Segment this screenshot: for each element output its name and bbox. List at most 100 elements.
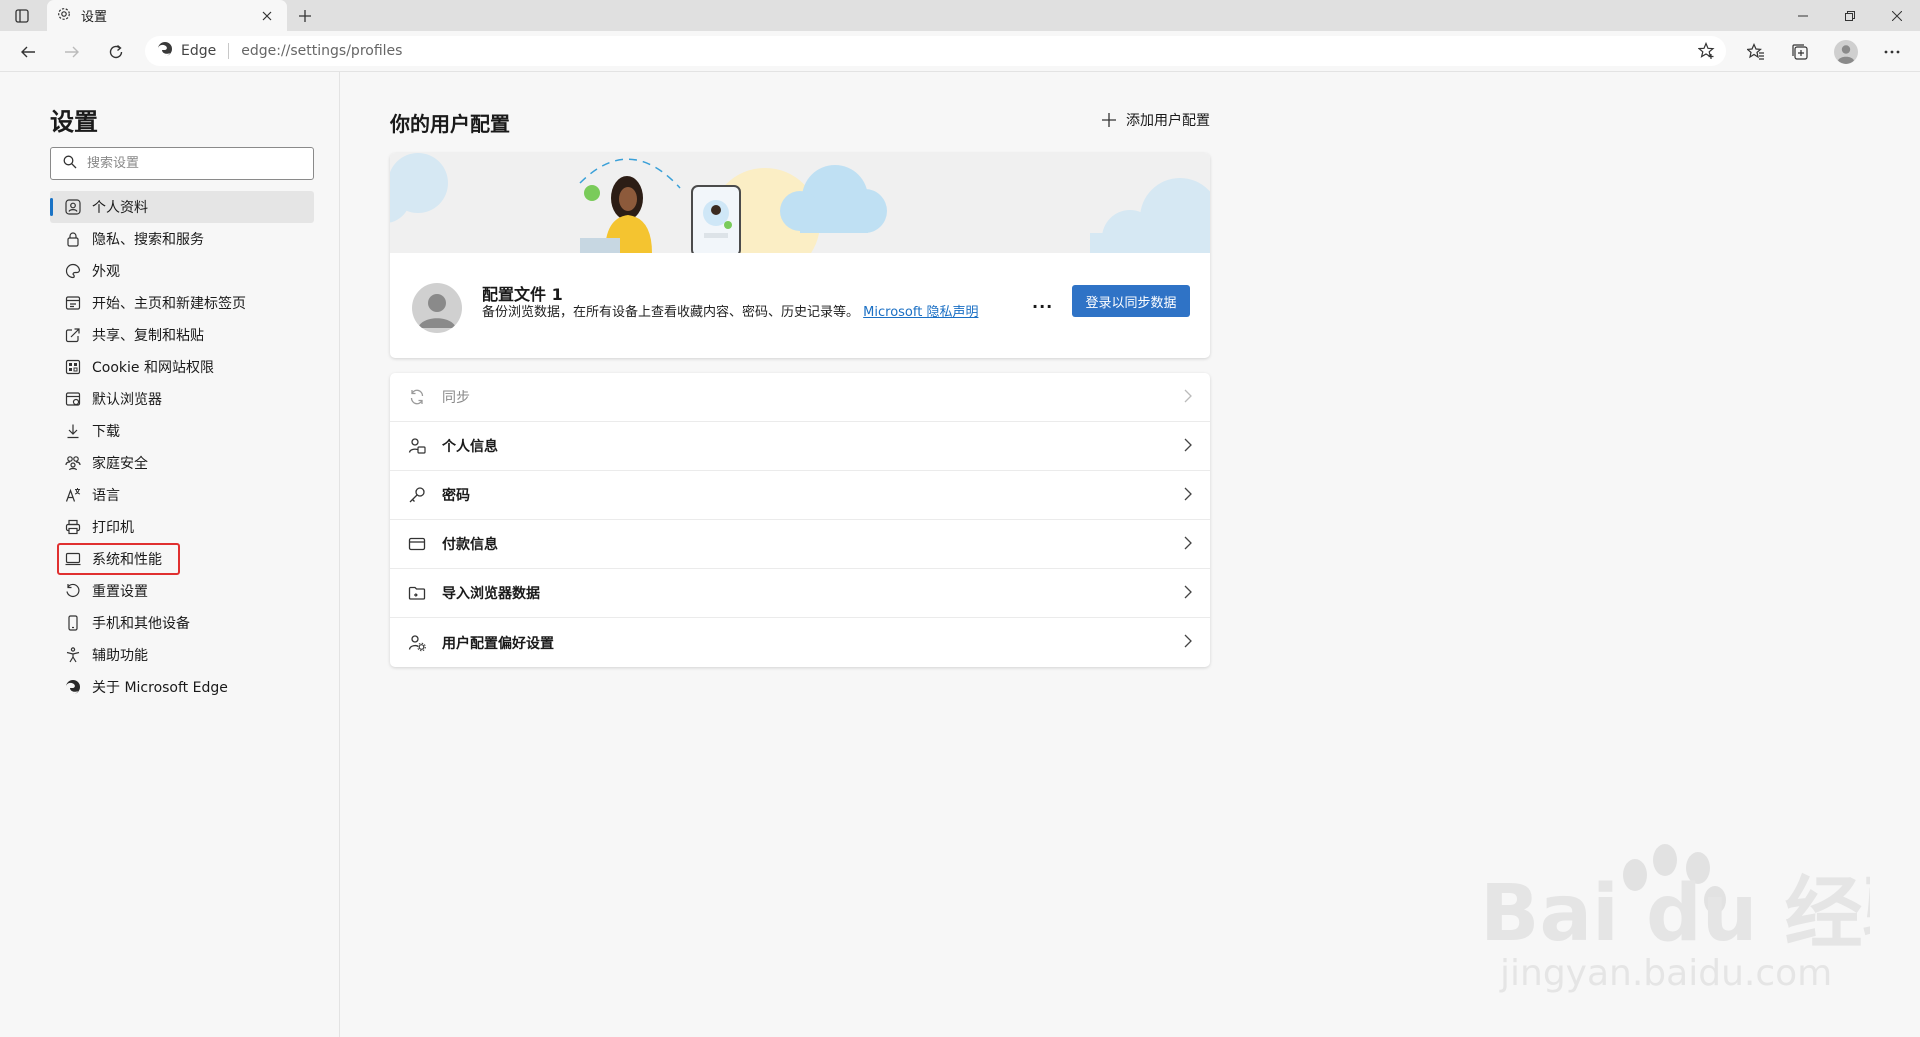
sidebar-item[interactable]: 关于 Microsoft Edge [50, 671, 314, 703]
profile-name: 配置文件 1 [482, 285, 563, 304]
profile-row: 配置文件 1 备份浏览数据，在所有设备上查看收藏内容、密码、历史记录等。 Mic… [390, 253, 1210, 358]
chevron-right-icon [1184, 389, 1192, 407]
sidebar-item[interactable]: 开始、主页和新建标签页 [50, 287, 314, 319]
address-separator [228, 43, 230, 59]
settings-row-label: 密码 [442, 488, 470, 504]
watermark-url: jingyan.baidu.com [1499, 953, 1832, 994]
tab-settings[interactable]: 设置 [47, 0, 287, 31]
edge-logo-icon [64, 678, 82, 696]
page-title: 你的用户配置 [390, 112, 510, 136]
search-box[interactable] [50, 147, 314, 180]
tab-strip: 设置 [0, 0, 1920, 31]
sidebar-item-label: Cookie 和网站权限 [92, 360, 214, 376]
sidebar-item-label: 手机和其他设备 [92, 616, 190, 632]
sidebar-item-label: 关于 Microsoft Edge [92, 680, 228, 696]
printer-icon [64, 518, 82, 536]
sidebar-item-label: 共享、复制和粘贴 [92, 328, 204, 344]
address-bar[interactable]: Edge edge://settings/profiles [145, 36, 1726, 66]
browser-icon [64, 390, 82, 408]
sidebar-item[interactable]: 家庭安全 [50, 447, 314, 479]
settings-row[interactable]: 用户配置偏好设置 [390, 618, 1210, 667]
sidebar-item[interactable]: 手机和其他设备 [50, 607, 314, 639]
settings-nav: 个人资料隐私、搜索和服务 外观开始、主页和新建标签页 共享、复制和粘贴 Cookie … [50, 191, 314, 703]
site-label: Edge [181, 43, 217, 59]
add-favorite-icon[interactable] [1697, 41, 1716, 64]
sync-dot [584, 185, 600, 201]
privacy-link[interactable]: Microsoft 隐私声明 [863, 305, 978, 320]
back-icon[interactable] [12, 36, 44, 68]
sidebar-item[interactable]: 下载 [50, 415, 314, 447]
tab-actions-icon[interactable] [12, 6, 32, 26]
profile-settings-list: 同步个人信息密码付款信息导入浏览器数据用户配置偏好设置 [390, 373, 1210, 667]
collections-icon[interactable] [1784, 36, 1816, 68]
forward-icon[interactable] [56, 36, 88, 68]
toolbar: Edge edge://settings/profiles [0, 31, 1920, 72]
accessibility-icon [64, 646, 82, 664]
sidebar-item[interactable]: 打印机 [50, 511, 314, 543]
sidebar-item-label: 外观 [92, 264, 120, 280]
settings-row[interactable]: 个人信息 [390, 422, 1210, 471]
phone-illustration [691, 185, 741, 253]
profile-description: 备份浏览数据，在所有设备上查看收藏内容、密码、历史记录等。 Microsoft … [482, 303, 1012, 323]
sidebar-item-label: 辅助功能 [92, 648, 148, 664]
sidebar-item-label: 开始、主页和新建标签页 [92, 296, 246, 312]
reset-icon [64, 582, 82, 600]
sidebar-item-label: 打印机 [92, 520, 134, 536]
sidebar-item[interactable]: Cookie 和网站权限 [50, 351, 314, 383]
tab-title: 设置 [81, 10, 108, 25]
profile-banner [390, 153, 1210, 253]
sidebar-item-label: 个人资料 [92, 200, 148, 216]
signin-button[interactable]: 登录以同步数据 [1072, 285, 1190, 317]
site-permissions-icon [64, 358, 82, 376]
home-icon [64, 294, 82, 312]
refresh-icon[interactable] [100, 36, 132, 68]
settings-row[interactable]: 付款信息 [390, 520, 1210, 569]
sidebar-item[interactable]: 重置设置 [50, 575, 314, 607]
add-profile-button[interactable]: 添加用户配置 [1102, 110, 1210, 130]
sidebar-item-label: 隐私、搜索和服务 [92, 232, 204, 248]
language-icon [64, 486, 82, 504]
search-input[interactable] [87, 156, 287, 171]
sidebar-item[interactable]: 共享、复制和粘贴 [50, 319, 314, 351]
sidebar-item[interactable]: 外观 [50, 255, 314, 287]
import-icon [406, 582, 428, 604]
edge-logo-icon [157, 41, 173, 61]
settings-row[interactable]: 密码 [390, 471, 1210, 520]
sidebar-item[interactable]: 辅助功能 [50, 639, 314, 671]
sidebar-item-label: 重置设置 [92, 584, 148, 600]
avatar[interactable] [1830, 36, 1862, 68]
chevron-right-icon [1184, 536, 1192, 554]
cloud-left [390, 153, 448, 223]
minimize-icon[interactable] [1780, 0, 1826, 31]
settings-row[interactable]: 导入浏览器数据 [390, 569, 1210, 618]
restore-icon[interactable] [1827, 0, 1873, 31]
share-icon [64, 326, 82, 344]
sidebar-item[interactable]: 默认浏览器 [50, 383, 314, 415]
sidebar-item[interactable]: 系统和性能 [57, 543, 180, 575]
sync-icon [406, 386, 428, 408]
cloud-right [1090, 178, 1210, 253]
sidebar-item[interactable]: 个人资料 [50, 191, 314, 223]
sidebar-item-label: 语言 [92, 488, 120, 504]
settings-row-label: 付款信息 [442, 537, 498, 553]
lock-icon [64, 230, 82, 248]
key-icon [406, 484, 428, 506]
sidebar-item[interactable]: 隐私、搜索和服务 [50, 223, 314, 255]
phone-icon [64, 614, 82, 632]
settings-row-label: 用户配置偏好设置 [442, 635, 554, 652]
sidebar-item-label: 下载 [92, 424, 120, 440]
settings-row-label: 同步 [442, 390, 470, 406]
close-tab-icon[interactable] [257, 6, 277, 26]
chevron-right-icon [1184, 487, 1192, 505]
sidebar-item[interactable]: 语言 [50, 479, 314, 511]
gear-icon [57, 6, 71, 25]
more-options-button[interactable]: ... [1032, 293, 1053, 312]
close-window-icon[interactable] [1874, 0, 1920, 31]
plus-icon [1102, 113, 1116, 127]
favorites-icon[interactable] [1740, 36, 1772, 68]
sidebar-item-label: 系统和性能 [92, 552, 162, 568]
url-text[interactable]: edge://settings/profiles [241, 43, 402, 59]
search-icon [63, 154, 77, 173]
more-menu-icon[interactable] [1876, 36, 1908, 68]
new-tab-icon[interactable] [295, 6, 315, 26]
